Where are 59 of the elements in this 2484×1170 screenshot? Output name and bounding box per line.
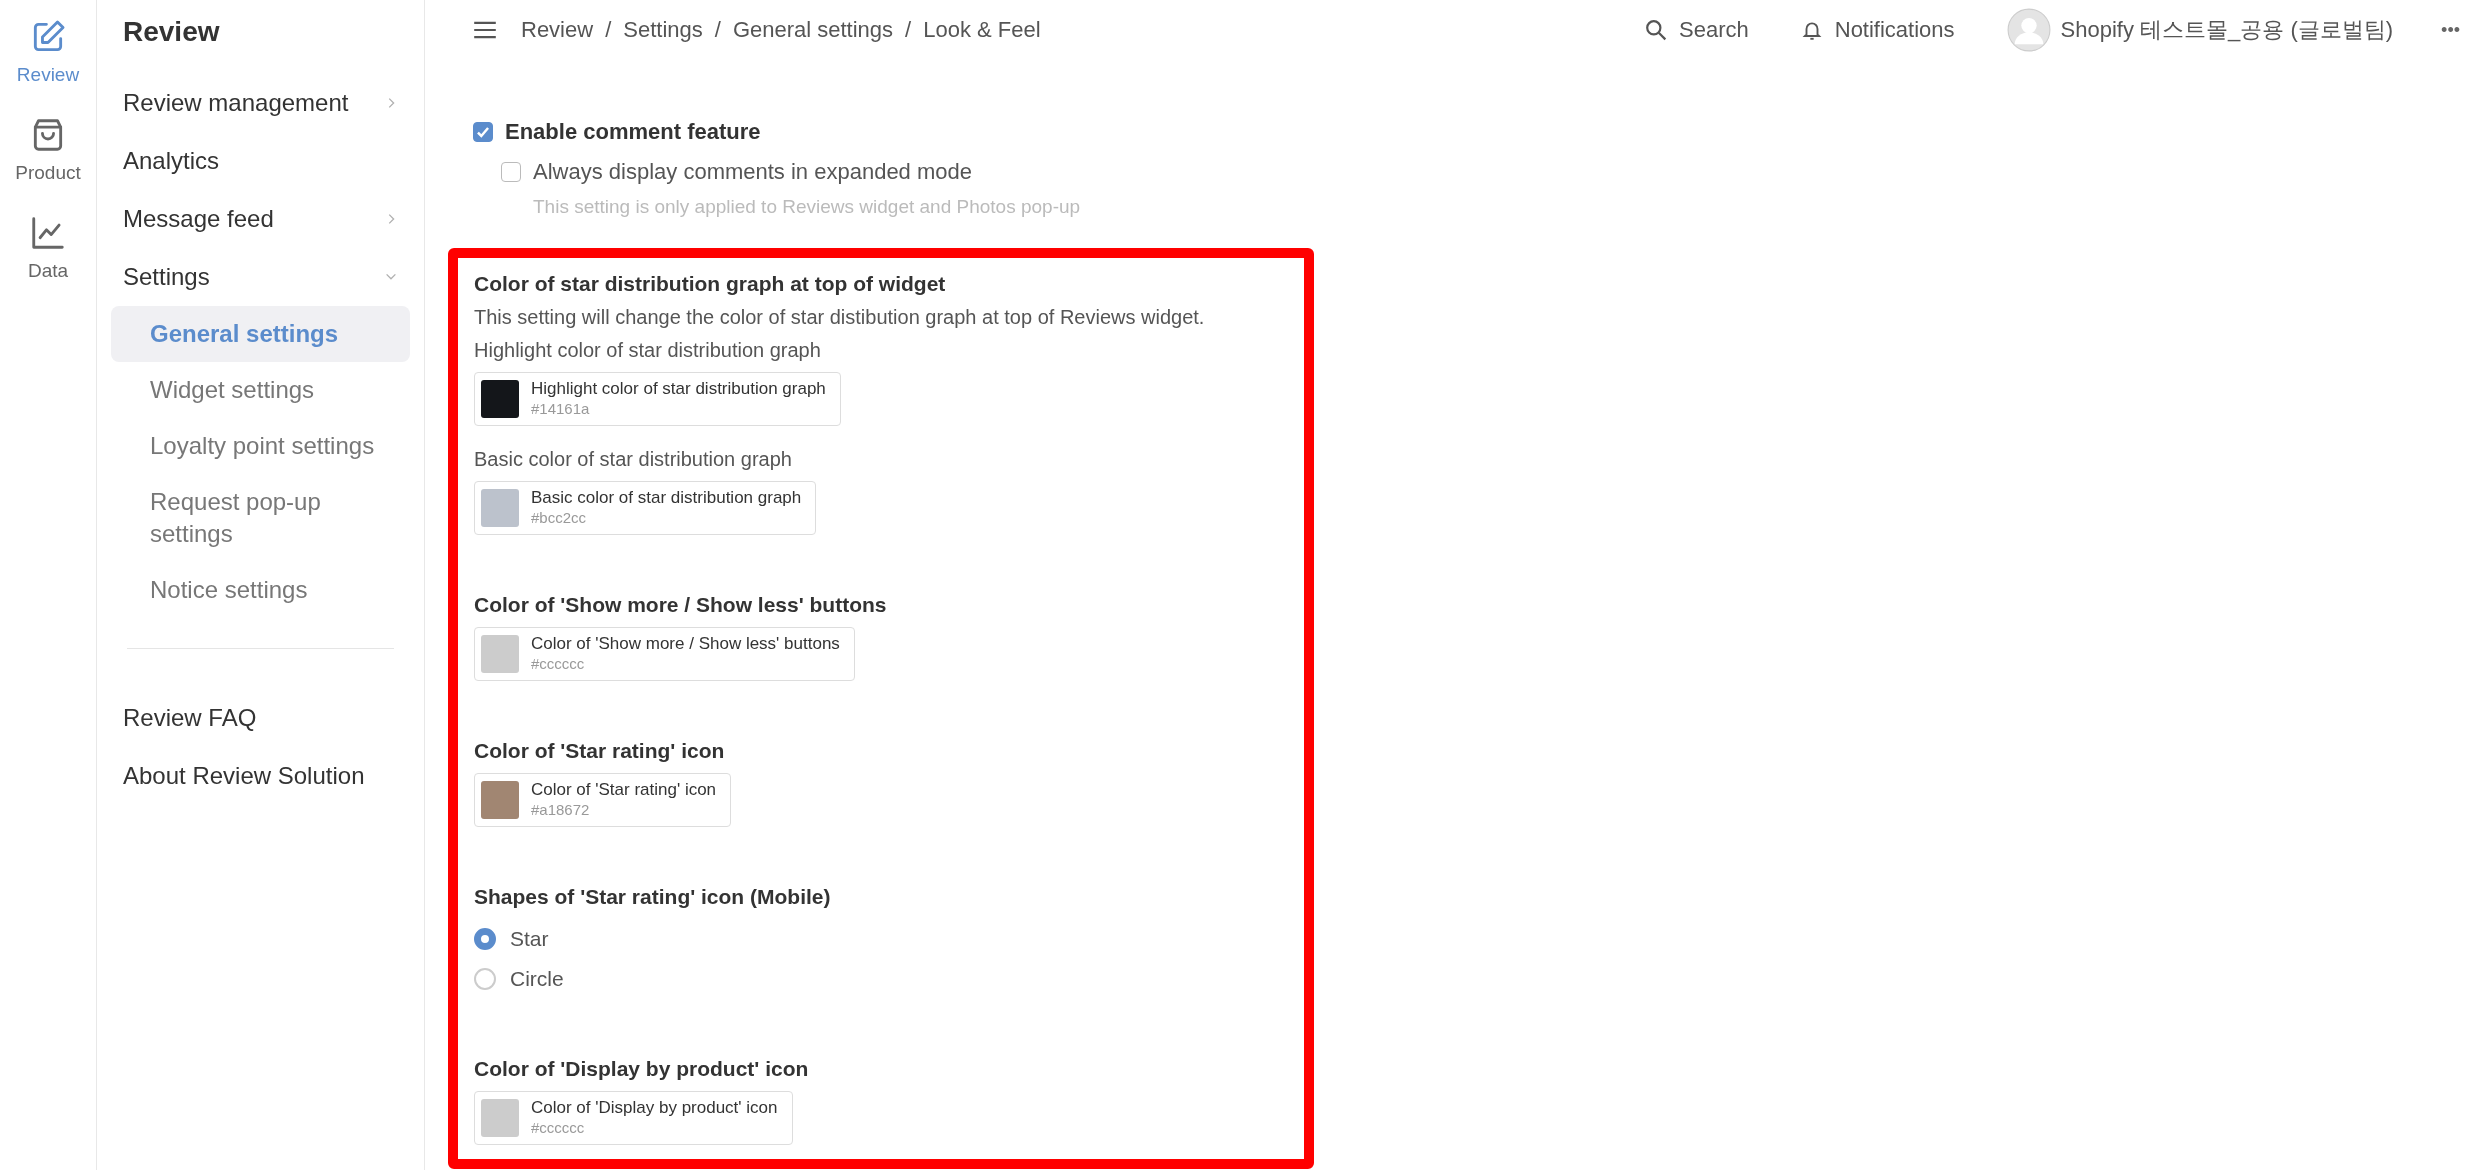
radio-label: Star [510,927,549,951]
breadcrumb-separator: / [714,17,721,43]
breadcrumb-separator: / [905,17,912,43]
sidebar-item[interactable]: Message feed [111,190,410,248]
color-name: Color of 'Display by product' icon [531,1098,778,1118]
section-title: Color of star distribution graph at top of widget [474,272,947,296]
toolbar-button[interactable]: Notifications [1800,17,1955,43]
color-name: Color of 'Star rating' icon [531,780,717,800]
checkbox-label: Always display comments in expanded mode [533,159,972,185]
breadcrumb-link[interactable]: General settings [732,17,894,43]
color-value: #14161a [531,399,591,419]
search-icon [1645,19,1668,41]
sidebar-subitem[interactable]: Notice settings [111,562,410,618]
account-menu[interactable]: Shopify 테스트몰_공용 (글로벌팀) [2006,8,2394,52]
toolbar-button[interactable]: Search [1645,17,1749,43]
section-title: Color of 'Display by product' icon [474,1057,810,1081]
sidebar-subitem[interactable]: Widget settings [111,362,410,418]
section-title: Shapes of 'Star rating' icon (Mobile) [474,885,832,909]
field-label: Highlight color of star distribution graph [474,339,822,362]
hint-text: This setting is only applied to Reviews widget and Photos pop-up [532,196,1082,218]
sidebar-title: Review [122,16,221,48]
color-name: Basic color of star distribution graph [531,488,802,508]
color-name: Highlight color of star distribution graph [531,379,826,399]
sidebar-link[interactable]: Review FAQ [111,689,410,747]
checkbox-label: Enable comment feature [505,119,761,145]
radio-button[interactable] [474,968,496,990]
color-value: #bcc2cc [531,508,588,528]
sidebar-link[interactable]: About Review Solution [111,747,410,805]
field-label: Basic color of star distribution graph [474,448,793,471]
color-name: Color of 'Show more / Show less' buttons [531,634,840,654]
checkbox[interactable] [501,162,521,182]
rail-tab[interactable]: Data [27,214,69,282]
rail-tab[interactable]: Product [15,116,81,184]
section-title: Color of 'Star rating' icon [474,739,726,763]
color-picker[interactable]: Color of 'Display by product' icon #cccccc [474,1091,793,1145]
radio-button[interactable] [474,928,496,950]
radio-label: Circle [510,967,564,991]
color-picker[interactable]: Color of 'Show more / Show less' buttons #cccccc [474,627,855,681]
color-picker[interactable]: Highlight color of star distribution graph #14161a [474,372,841,426]
section-description: This setting will change the color of star distibution graph at top of Reviews widget. [474,306,1206,329]
color-value: #a18672 [531,800,591,820]
chart-icon [29,214,67,252]
color-value: #cccccc [531,1118,586,1138]
sidebar-item[interactable]: Settings [111,248,410,306]
checkbox[interactable] [473,122,493,142]
color-value: #cccccc [531,654,586,674]
avatar-icon [2006,8,2051,52]
breadcrumb-separator: / [605,17,612,43]
sidebar-item[interactable]: Review management [111,74,410,132]
color-picker[interactable]: Basic color of star distribution graph #bcc2cc [474,481,817,535]
color-picker[interactable]: Color of 'Star rating' icon #a18672 [474,773,732,827]
breadcrumb-link[interactable]: Review [521,17,594,43]
breadcrumb-link[interactable]: Settings [623,17,703,43]
menu-icon[interactable] [473,20,497,40]
section-title: Color of 'Show more / Show less' buttons [474,593,888,617]
sidebar-subitem[interactable]: Loyalty point settings [111,418,410,474]
sidebar-subitem[interactable]: Request pop-up settings [111,474,410,562]
sidebar-item[interactable]: Analytics [111,132,410,190]
more-button[interactable]: ••• [2441,19,2460,41]
